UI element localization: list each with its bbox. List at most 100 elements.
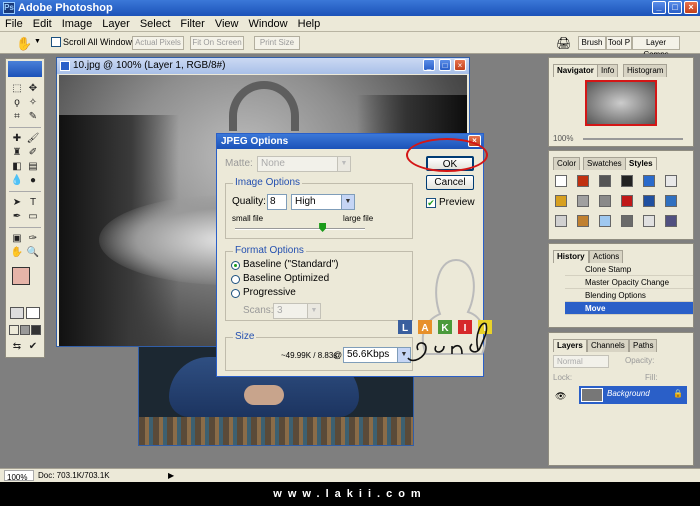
style-swatch[interactable] — [577, 195, 589, 207]
style-swatch[interactable] — [555, 195, 567, 207]
actual-pixels-button[interactable]: Actual Pixels — [132, 36, 184, 50]
minimize-button[interactable]: _ — [652, 1, 666, 14]
doc-maximize-button[interactable]: □ — [439, 59, 451, 71]
style-swatch[interactable] — [555, 215, 567, 227]
tab-layers[interactable]: Layers — [553, 339, 587, 352]
layer-row-background[interactable]: Background 🔒 — [579, 386, 687, 404]
style-swatch[interactable] — [621, 195, 633, 207]
scroll-all-checkbox[interactable] — [51, 37, 61, 47]
style-swatch[interactable] — [621, 175, 633, 187]
blur-tool-icon[interactable]: 💧 — [10, 175, 24, 187]
navigator-thumbnail[interactable] — [585, 80, 657, 126]
quality-level-select[interactable]: High ▼ — [291, 194, 355, 210]
navigator-zoom-slider[interactable] — [583, 138, 683, 140]
menu-select[interactable]: Select — [135, 16, 176, 32]
style-swatch[interactable] — [555, 175, 567, 187]
status-zoom[interactable]: 100% — [4, 470, 34, 482]
shape-tool-icon[interactable]: ▭ — [26, 211, 40, 223]
tab-channels[interactable]: Channels — [587, 339, 629, 352]
style-swatch[interactable] — [599, 215, 611, 227]
jump-to-icon[interactable]: ✔ — [26, 341, 40, 353]
tab-styles[interactable]: Styles — [625, 157, 657, 170]
blend-mode-select[interactable]: Normal — [553, 355, 609, 368]
matte-select[interactable]: None ▼ — [257, 156, 351, 172]
crop-tool-icon[interactable]: ⌗ — [10, 111, 24, 123]
quality-value-input[interactable]: 8 — [267, 194, 287, 210]
tab-paths[interactable]: Paths — [629, 339, 658, 352]
magic-wand-tool-icon[interactable]: ✧ — [26, 97, 40, 109]
eraser-tool-icon[interactable]: ◧ — [10, 161, 24, 173]
scans-select[interactable]: 3 ▼ — [273, 303, 321, 319]
palette-tab-tool-presets[interactable]: Tool P — [606, 36, 632, 50]
tab-swatches[interactable]: Swatches — [583, 157, 626, 170]
style-swatch[interactable] — [599, 195, 611, 207]
dodge-tool-icon[interactable]: ● — [26, 175, 40, 187]
navigator-zoom[interactable]: 100% — [553, 134, 573, 143]
style-swatch[interactable] — [643, 215, 655, 227]
menu-filter[interactable]: Filter — [175, 16, 209, 32]
eye-icon[interactable]: 👁 — [555, 391, 566, 402]
style-swatch[interactable] — [665, 175, 677, 187]
quick-mask-icon[interactable] — [26, 307, 40, 319]
hand-tool-icon[interactable]: ✋ — [16, 36, 32, 52]
palette-tab-brush[interactable]: Brush — [578, 36, 606, 50]
style-swatch[interactable] — [621, 215, 633, 227]
style-swatch[interactable] — [577, 215, 589, 227]
history-brush-tool-icon[interactable]: ✐ — [26, 147, 40, 159]
doc-minimize-button[interactable]: _ — [423, 59, 435, 71]
baseline-standard-radio[interactable] — [231, 261, 240, 270]
palette-tab-layer-comps[interactable]: Layer Comps — [632, 36, 680, 59]
zoom-tool-icon[interactable]: 🔍 — [26, 247, 40, 259]
tool-preset-chevron-icon[interactable]: ▼ — [34, 38, 41, 45]
style-swatch[interactable] — [665, 195, 677, 207]
screen-mode-icon[interactable] — [31, 325, 41, 335]
tab-history[interactable]: History — [553, 250, 589, 263]
tab-navigator[interactable]: Navigator — [553, 64, 598, 77]
image-ready-icon[interactable]: ⇆ — [10, 341, 24, 353]
progressive-radio[interactable] — [231, 289, 240, 298]
tab-info[interactable]: Info — [597, 64, 619, 77]
history-item-active[interactable]: Move — [565, 302, 693, 315]
menu-help[interactable]: Help — [293, 16, 326, 32]
status-arrow-icon[interactable]: ▶ — [168, 469, 174, 482]
style-swatch[interactable] — [643, 195, 655, 207]
healing-brush-tool-icon[interactable]: ✚ — [10, 133, 24, 145]
style-swatch[interactable] — [665, 215, 677, 227]
print-size-button[interactable]: Print Size — [254, 36, 300, 50]
style-swatch[interactable] — [643, 175, 655, 187]
maximize-button[interactable]: □ — [668, 1, 682, 14]
gradient-tool-icon[interactable]: ▤ — [26, 161, 40, 173]
marquee-tool-icon[interactable]: ⬚ — [10, 83, 24, 95]
history-item[interactable]: Clone Stamp — [565, 263, 693, 276]
brush-tool-icon[interactable]: 🖌 — [26, 133, 40, 145]
move-tool-icon[interactable]: ✥ — [26, 83, 40, 95]
close-button[interactable]: × — [684, 1, 698, 14]
preview-checkbox[interactable]: ✔ — [426, 198, 436, 208]
foreground-color-swatch[interactable] — [12, 267, 30, 285]
tab-histogram[interactable]: Histogram — [623, 64, 668, 77]
style-swatch[interactable] — [599, 175, 611, 187]
style-swatch[interactable] — [577, 175, 589, 187]
lasso-tool-icon[interactable]: ϙ — [10, 97, 24, 109]
quality-slider-track[interactable] — [235, 228, 365, 230]
tab-actions[interactable]: Actions — [589, 250, 624, 263]
file-browser-icon[interactable]: 🖨 — [556, 36, 571, 50]
menu-view[interactable]: View — [210, 16, 244, 32]
fit-on-screen-button[interactable]: Fit On Screen — [190, 36, 244, 50]
path-selection-tool-icon[interactable]: ➤ — [10, 197, 24, 209]
slice-tool-icon[interactable]: ✎ — [26, 111, 40, 123]
cancel-button[interactable]: Cancel — [426, 175, 474, 190]
menu-window[interactable]: Window — [244, 16, 293, 32]
baseline-optimized-radio[interactable] — [231, 275, 240, 284]
clone-stamp-tool-icon[interactable]: ♜ — [10, 147, 24, 159]
eyedropper-tool-icon[interactable]: ✑ — [26, 233, 40, 245]
screen-mode-icon[interactable] — [20, 325, 30, 335]
menu-image[interactable]: Image — [57, 16, 98, 32]
screen-mode-icon[interactable] — [9, 325, 19, 335]
type-tool-icon[interactable]: T — [26, 197, 40, 209]
hand-tool-icon[interactable]: ✋ — [10, 247, 24, 259]
doc-close-button[interactable]: × — [454, 59, 466, 71]
tab-color[interactable]: Color — [553, 157, 581, 170]
pen-tool-icon[interactable]: ✒ — [10, 211, 24, 223]
notes-tool-icon[interactable]: ▣ — [10, 233, 24, 245]
